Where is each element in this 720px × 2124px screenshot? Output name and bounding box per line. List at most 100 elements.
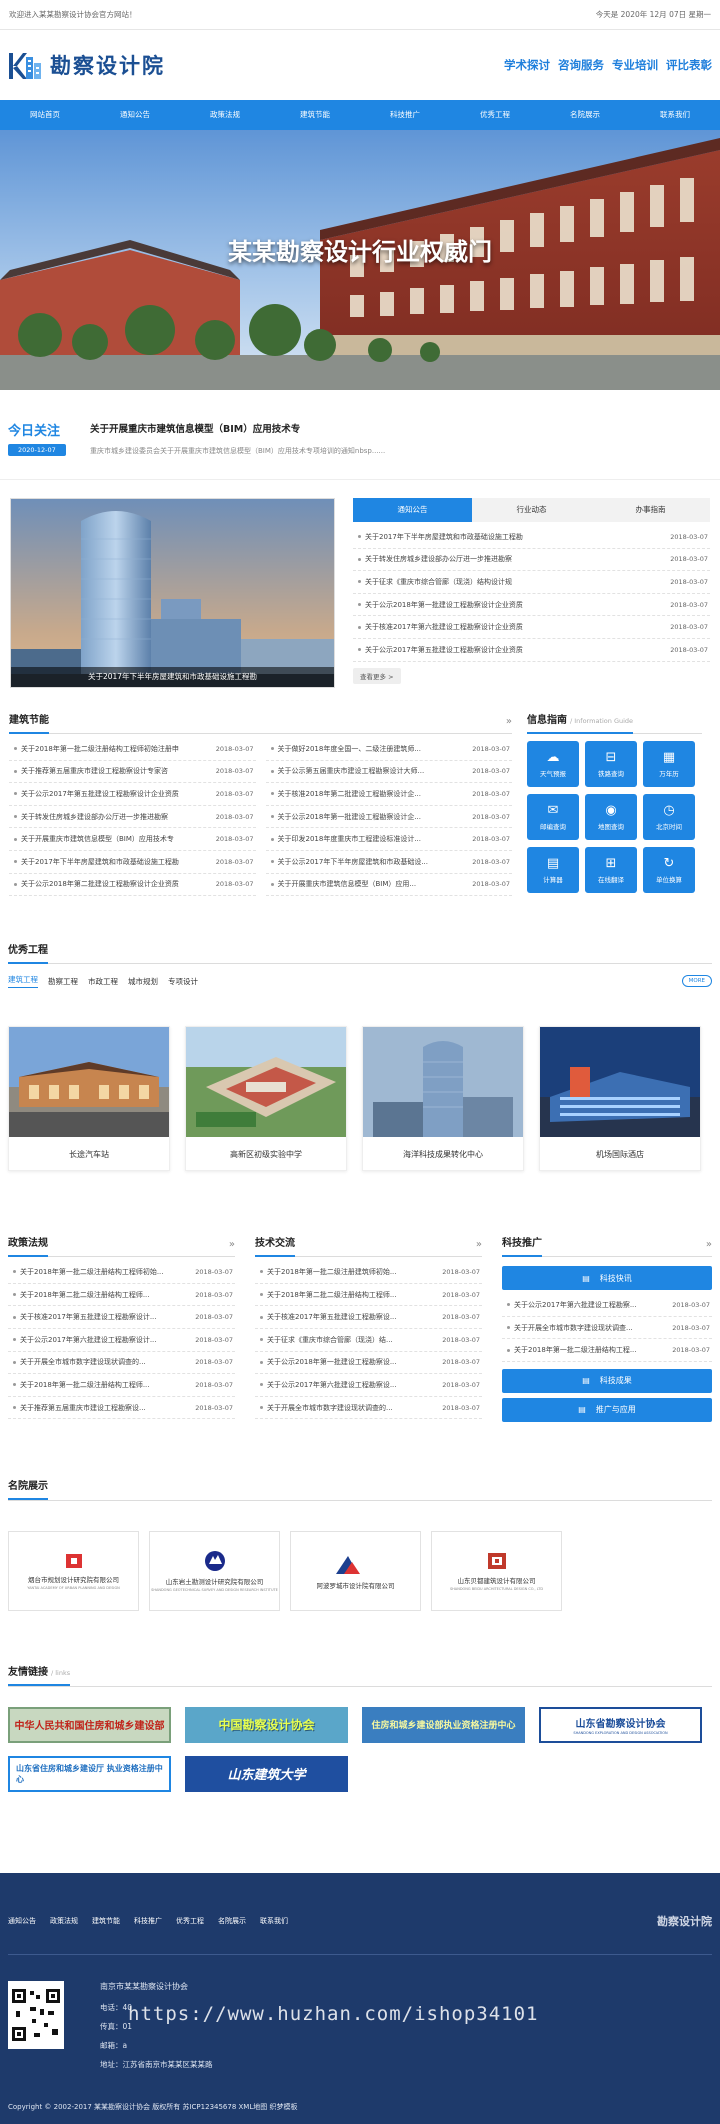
list-item[interactable]: 关于公示2017年第六批建设工程勘察设... 2018-03-07 [255, 1374, 482, 1397]
list-item[interactable]: 关于2018年第一批二级注册结构工程师初始注册申 2018-03-07 [9, 738, 256, 761]
institute-logo[interactable]: 山东贝都建筑设计有限公司 SHANDONG BEIDU ARCHITECTURA… [431, 1530, 562, 1611]
link-shandong-assoc[interactable]: 山东省勘察设计协会 SHANDONG EXPLORATION AND DESIG… [539, 1706, 702, 1743]
more-arrow-icon[interactable]: » [476, 1239, 482, 1250]
list-item[interactable]: 关于公示2017年第六批建设工程勘察设计... 2018-03-07 [8, 1329, 235, 1352]
project-card[interactable]: 机场国际酒店 [539, 1026, 701, 1172]
link-sdjzu[interactable]: 山东建筑大学 [185, 1755, 348, 1792]
featured-photo[interactable]: 关于2017年下半年房屋建筑和市政基础设施工程勘 [10, 498, 335, 688]
list-item[interactable]: 关于征求《重庆市综合管廊（现浇）结构设计规 2018-03-07 [353, 571, 710, 594]
tab-notices[interactable]: 通知公告 [353, 498, 472, 522]
list-item[interactable]: 关于公示2017年第六批建设工程勘察... 2018-03-07 [502, 1294, 712, 1317]
link-mohurd[interactable]: 中华人民共和国住房和城乡建设部 [8, 1706, 171, 1743]
link-registration-center[interactable]: 住房和城乡建设部执业资格注册中心 [362, 1706, 525, 1743]
unit-convert-button[interactable]: ↻ 单位换算 [643, 847, 695, 893]
project-card[interactable]: 长途汽车站 [8, 1026, 170, 1172]
list-item[interactable]: 关于公示2017年第五批建设工程勘察设计企业资质 2018-03-07 [9, 783, 256, 806]
view-more-button[interactable]: 查看更多 > [353, 667, 401, 684]
list-item[interactable]: 关于2018年第二批二级注册结构工程师... 2018-03-07 [8, 1284, 235, 1307]
list-item[interactable]: 关于公示2018年第一批建设工程勘察设计企业资质 2018-03-07 [353, 594, 710, 617]
more-arrow-icon[interactable]: » [229, 1239, 235, 1250]
calculator-button[interactable]: ▤ 计算器 [527, 847, 579, 893]
list-item[interactable]: 关于转发住房城乡建设部办公厅进一步推进勘察 2018-03-07 [9, 806, 256, 829]
list-item[interactable]: 关于2018年第一批二级注册结构工程师初始... 2018-03-07 [8, 1261, 235, 1284]
institute-logo[interactable]: 山东岩土勘测设计研究院有限公司 SHANDONG GEOTECHNICAL SU… [149, 1530, 280, 1611]
nav-institutes[interactable]: 名院展示 [540, 100, 630, 130]
list-item[interactable]: 关于做好2018年度全国一、二级注册建筑师... 2018-03-07 [265, 738, 512, 761]
nav-energy[interactable]: 建筑节能 [270, 100, 360, 130]
list-item[interactable]: 关于公示2017年第五批建设工程勘察设计企业资质 2018-03-07 [353, 639, 710, 662]
nav-contact[interactable]: 联系我们 [630, 100, 720, 130]
railway-button[interactable]: ⊟ 铁路查询 [585, 741, 637, 787]
nav-notices[interactable]: 通知公告 [90, 100, 180, 130]
weather-button[interactable]: ☁ 天气预报 [527, 741, 579, 787]
footer-link[interactable]: 名院展示 [218, 1916, 246, 1926]
list-item[interactable]: 关于2018年第一批二级注册结构工程师... 2018-03-07 [8, 1374, 235, 1397]
nav-policy[interactable]: 政策法规 [180, 100, 270, 130]
list-item[interactable]: 关于开展全市城市数字建设现状调查... 2018-03-07 [502, 1317, 712, 1340]
project-card[interactable]: 高新区初级实验中学 [185, 1026, 347, 1172]
list-item[interactable]: 关于开展重庆市建筑信息模型（BIM）应用技术专 2018-03-07 [9, 828, 256, 851]
list-item[interactable]: 关于公示2018年第一批建设工程勘察设计企... 2018-03-07 [265, 806, 512, 829]
tech-news-button[interactable]: ▤ 科技快讯 [502, 1266, 712, 1291]
more-button[interactable]: MORE [681, 975, 712, 988]
calendar-button[interactable]: ▦ 万年历 [643, 741, 695, 787]
list-item[interactable]: 关于征求《重庆市综合管廊（现浇）结... 2018-03-07 [255, 1329, 482, 1352]
list-item[interactable]: 关于2018年第二批二级注册结构工程师... 2018-03-07 [255, 1284, 482, 1307]
nav-projects[interactable]: 优秀工程 [450, 100, 540, 130]
map-button[interactable]: ◉ 地图查询 [585, 794, 637, 840]
list-item[interactable]: 关于2018年第一批二级注册结构工程... 2018-03-07 [502, 1339, 712, 1362]
list-item[interactable]: 关于推荐第五届重庆市建设工程勘察设计专家咨 2018-03-07 [9, 761, 256, 784]
footer-link[interactable]: 联系我们 [260, 1916, 288, 1926]
list-item[interactable]: 关于2018年第一批二级注册建筑师初始... 2018-03-07 [255, 1261, 482, 1284]
nav-tech[interactable]: 科技推广 [360, 100, 450, 130]
more-arrow-icon[interactable]: » [506, 716, 512, 727]
tab-planning[interactable]: 城市规划 [128, 976, 158, 987]
list-item[interactable]: 关于推荐第五届重庆市建设工程勘察设... 2018-03-07 [8, 1397, 235, 1420]
footer-link[interactable]: 通知公告 [8, 1916, 36, 1926]
more-arrow-icon[interactable]: » [706, 1239, 712, 1250]
tab-industry[interactable]: 行业动态 [472, 498, 591, 522]
list-item[interactable]: 关于公示2017年下半年房屋建筑和市政基础设... 2018-03-07 [265, 851, 512, 874]
tab-municipal[interactable]: 市政工程 [88, 976, 118, 987]
tech-results-button[interactable]: ▤ 科技成果 [502, 1368, 712, 1393]
tech-promotion-button[interactable]: ▤ 推广与应用 [502, 1397, 712, 1422]
footer-link[interactable]: 优秀工程 [176, 1916, 204, 1926]
project-card[interactable]: 海洋科技成果转化中心 [362, 1026, 524, 1172]
list-item[interactable]: 关于转发住房城乡建设部办公厅进一步推进勘察 2018-03-07 [353, 549, 710, 572]
nav-home[interactable]: 网站首页 [0, 100, 90, 130]
logo-building-icon [8, 47, 44, 83]
list-item[interactable]: 关于核准2017年第六批建设工程勘察设计企业资质 2018-03-07 [353, 616, 710, 639]
today-headline[interactable]: 关于开展重庆市建筑信息模型（BIM）应用技术专 [90, 421, 385, 435]
list-item[interactable]: 关于公示2018年第二批建设工程勘察设计企业资质 2018-03-07 [9, 874, 256, 897]
translate-button[interactable]: ⊞ 在线翻译 [585, 847, 637, 893]
tab-survey[interactable]: 勘察工程 [48, 976, 78, 987]
list-item[interactable]: 关于印发2018年度重庆市工程建设标准设计... 2018-03-07 [265, 828, 512, 851]
list-item[interactable]: 关于公示第五届重庆市建设工程勘察设计大师... 2018-03-07 [265, 761, 512, 784]
list-item[interactable]: 关于核准2018年第二批建设工程勘察设计企... 2018-03-07 [265, 783, 512, 806]
institute-logo[interactable]: 阿波罗城市设计院有限公司 [290, 1530, 421, 1611]
list-item[interactable]: 关于开展重庆市建筑信息模型（BIM）应用... 2018-03-07 [265, 874, 512, 897]
hero-banner[interactable]: 某某勘察设计行业权威门 [0, 130, 720, 390]
footer-link[interactable]: 政策法规 [50, 1916, 78, 1926]
tab-special[interactable]: 专项设计 [168, 976, 198, 987]
footer: 通知公告 政策法规 建筑节能 科技推广 优秀工程 名院展示 联系我们 勘察设计院 [0, 1873, 720, 2124]
today-article[interactable]: 关于开展重庆市建筑信息模型（BIM）应用技术专 重庆市城乡建设委员会关于开展重庆… [90, 420, 385, 456]
list-item[interactable]: 关于核准2017年第五批建设工程勘察设计... 2018-03-07 [8, 1306, 235, 1329]
site-logo[interactable]: 勘察设计院 [8, 47, 165, 83]
link-china-survey-assoc[interactable]: 中国勘察设计协会 [185, 1706, 348, 1743]
time-button[interactable]: ◷ 北京时间 [643, 794, 695, 840]
link-shandong-housing[interactable]: 山东省住房和城乡建设厅 执业资格注册中心 [8, 1755, 171, 1792]
list-item[interactable]: 关于公示2018年第一批建设工程勘察设... 2018-03-07 [255, 1352, 482, 1375]
footer-link[interactable]: 科技推广 [134, 1916, 162, 1926]
tab-building[interactable]: 建筑工程 [8, 974, 38, 989]
postcode-button[interactable]: ✉ 邮编查询 [527, 794, 579, 840]
list-item[interactable]: 关于2017年下半年房屋建筑和市政基础设施工程勘 2018-03-07 [353, 526, 710, 549]
list-item[interactable]: 关于2017年下半年房屋建筑和市政基础设施工程勘 2018-03-07 [9, 851, 256, 874]
list-item[interactable]: 关于开展全市城市数字建设现状调查的... 2018-03-07 [8, 1352, 235, 1375]
footer-link[interactable]: 建筑节能 [92, 1916, 120, 1926]
list-item[interactable]: 关于开展全市城市数字建设现状调查的... 2018-03-07 [255, 1397, 482, 1420]
list-item[interactable]: 关于核准2017年第五批建设工程勘察设... 2018-03-07 [255, 1306, 482, 1329]
institute-logo[interactable]: 烟台市规划设计研究院有限公司 YANTAI ACADEMY OF URBAN P… [8, 1530, 139, 1611]
projects-header: 优秀工程 [8, 940, 712, 965]
tab-guide[interactable]: 办事指南 [591, 498, 710, 522]
